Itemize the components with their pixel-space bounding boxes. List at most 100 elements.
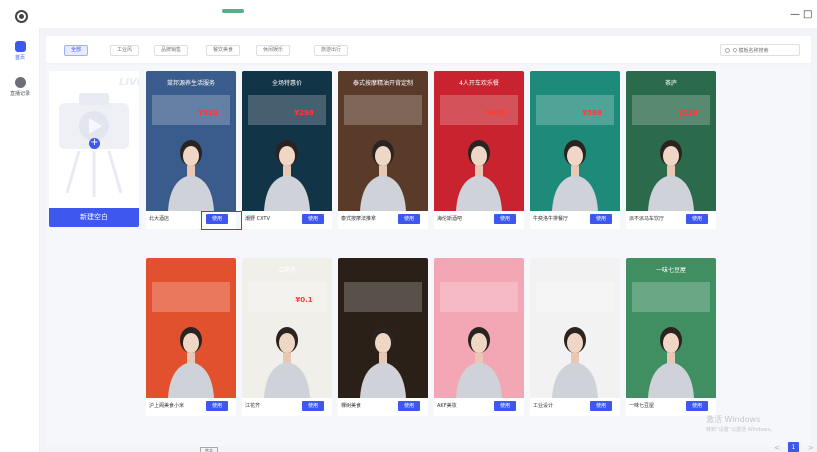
card-footer: 江花齐 使用	[242, 398, 332, 416]
use-template-button[interactable]: 使用	[302, 401, 324, 411]
filter-chip[interactable]: 休闲娱乐	[256, 45, 291, 56]
windows-activation-hint: 转到“设置”以激活 Windows。	[706, 427, 776, 433]
template-card[interactable]: 一味七豆屋 一味七豆屋 使用	[626, 258, 716, 416]
use-template-button[interactable]: 使用	[686, 401, 708, 411]
template-name: 工业设计	[533, 403, 554, 409]
card-footer: AKF美妆 使用	[434, 398, 524, 416]
drag-handle[interactable]	[222, 9, 244, 13]
template-preview	[338, 258, 428, 398]
sidebar: 首页 直播记录	[0, 28, 40, 452]
poster-price: ¥138	[678, 109, 698, 117]
template-preview: 4人开车欢乐餐 ¥488	[434, 71, 524, 211]
sidebar-item-home[interactable]: 首页	[0, 41, 40, 62]
template-card[interactable]: 江花齐 ¥0.1 江花齐 使用	[242, 258, 332, 416]
template-card[interactable]: ¥398 牛奕洛牛排餐厅 使用	[530, 71, 620, 229]
card-footer: 泰式按摩法推拿 使用	[338, 211, 428, 229]
template-name: 海伦斯酒吧	[437, 216, 463, 222]
poster-title: 棠邦源养生活服务	[167, 79, 215, 87]
poster-title: 全场特惠价	[272, 79, 302, 87]
template-card[interactable]: 工业设计 使用	[530, 258, 620, 416]
record-icon	[14, 77, 26, 88]
highlight-box	[201, 211, 242, 230]
template-preview: ¥398	[530, 71, 620, 211]
template-preview	[530, 258, 620, 398]
home-icon	[14, 41, 26, 52]
prev-page-button[interactable]: <	[774, 444, 780, 452]
poster-price: ¥488	[486, 109, 506, 117]
template-card[interactable]: 4人开车欢乐餐 ¥488 海伦斯酒吧 使用	[434, 71, 524, 229]
use-template-button[interactable]: 使用	[686, 214, 708, 224]
template-preview: 一味七豆屋	[626, 258, 716, 398]
minimize-button[interactable]: —	[790, 9, 800, 21]
next-page-button[interactable]: >	[808, 444, 814, 452]
poster-price: ¥398	[582, 109, 602, 117]
card-footer: 工业设计 使用	[530, 398, 620, 416]
template-preview: 泰式按摩精油开背定制	[338, 71, 428, 211]
poster-title: 江花齐	[278, 266, 296, 274]
new-blank-button[interactable]: 新建空白	[49, 208, 139, 227]
template-name: 一味七豆屋	[629, 403, 655, 409]
poster-title: 4人开车欢乐餐	[459, 79, 499, 87]
template-preview: 棠邦源养生活服务 ¥318	[146, 71, 236, 211]
template-name: 北大酒店	[149, 216, 170, 222]
sidebar-item-live-records[interactable]: 直播记录	[0, 77, 40, 98]
template-card[interactable]: AKF美妆 使用	[434, 258, 524, 416]
filter-bar: 全部 工业风 品牌销售 餐饮美食 休闲娱乐 旅游出行	[46, 36, 811, 63]
filter-chip[interactable]: 旅游出行	[314, 45, 349, 56]
current-page-button[interactable]: 1	[788, 442, 799, 452]
search-box[interactable]	[720, 44, 800, 56]
poster-title: 泰式按摩精油开背定制	[353, 79, 413, 87]
filter-chip[interactable]: 品牌销售	[154, 45, 189, 56]
search-input[interactable]	[733, 46, 797, 55]
card-footer: 派不派马车饮厅 使用	[626, 211, 716, 229]
template-name: 泰式按摩法推拿	[341, 216, 377, 222]
template-preview: 全场特惠价 ¥298	[242, 71, 332, 211]
template-name: AKF美妆	[437, 403, 457, 409]
use-template-button[interactable]: 使用	[590, 214, 612, 224]
poster-price: ¥298	[294, 109, 314, 117]
template-preview: 茶庐 ¥138	[626, 71, 716, 211]
use-template-button[interactable]: 使用	[398, 401, 420, 411]
title-bar: — □	[0, 0, 817, 28]
use-template-button[interactable]: 使用	[206, 401, 228, 411]
card-footer: 牛奕洛牛排餐厅 使用	[530, 211, 620, 229]
bottom-tag: 售卖	[200, 447, 218, 452]
template-name: 牛奕洛牛排餐厅	[533, 216, 569, 222]
template-preview	[434, 258, 524, 398]
card-footer: 一味七豆屋 使用	[626, 398, 716, 416]
template-card[interactable]: 茶庐 ¥138 派不派马车饮厅 使用	[626, 71, 716, 229]
template-card[interactable]: 全场特惠价 ¥298 潮野 CXTV 使用	[242, 71, 332, 229]
app-logo-icon	[15, 10, 28, 23]
maximize-button[interactable]: □	[803, 9, 812, 21]
search-icon	[725, 48, 730, 53]
template-card[interactable]: 棵树美食 使用	[338, 258, 428, 416]
filter-chip[interactable]: 工业风	[110, 45, 140, 56]
poster-price: ¥318	[198, 109, 218, 117]
template-card[interactable]: 沪上阁美食小米 使用	[146, 258, 236, 416]
template-card[interactable]: 泰式按摩精油开背定制泰式按摩法推拿 使用	[338, 71, 428, 229]
template-name: 江花齐	[245, 403, 261, 409]
live-watermark: LIVE	[119, 77, 139, 88]
template-preview: 江花齐 ¥0.1	[242, 258, 332, 398]
use-template-button[interactable]: 使用	[494, 401, 516, 411]
card-footer: 海伦斯酒吧 使用	[434, 211, 524, 229]
template-name: 沪上阁美食小米	[149, 403, 185, 409]
use-template-button[interactable]: 使用	[302, 214, 324, 224]
windows-activation-title: 激活 Windows	[706, 415, 761, 424]
plus-icon[interactable]: +	[89, 138, 100, 149]
use-template-button[interactable]: 使用	[494, 214, 516, 224]
use-template-button[interactable]: 使用	[590, 401, 612, 411]
filter-chip[interactable]: 餐饮美食	[206, 45, 241, 56]
poster-price: ¥0.1	[295, 296, 312, 304]
sidebar-item-label: 直播记录	[9, 91, 30, 97]
use-template-button[interactable]: 使用	[398, 214, 420, 224]
template-card[interactable]: 棠邦源养生活服务 ¥318 北大酒店 使用	[146, 71, 236, 229]
filter-chip[interactable]: 全部	[64, 45, 89, 56]
card-footer: 沪上阁美食小米 使用	[146, 398, 236, 416]
template-name: 潮野 CXTV	[245, 216, 270, 222]
new-blank-template-card[interactable]: LIVE + 新建空白	[49, 71, 139, 227]
poster-title: 茶庐	[665, 79, 677, 87]
template-preview	[146, 258, 236, 398]
main-content: 全部 工业风 品牌销售 餐饮美食 休闲娱乐 旅游出行 LIVE + 新建空白 棠邦源养生活…	[40, 28, 817, 452]
template-name: 棵树美食	[341, 403, 362, 409]
